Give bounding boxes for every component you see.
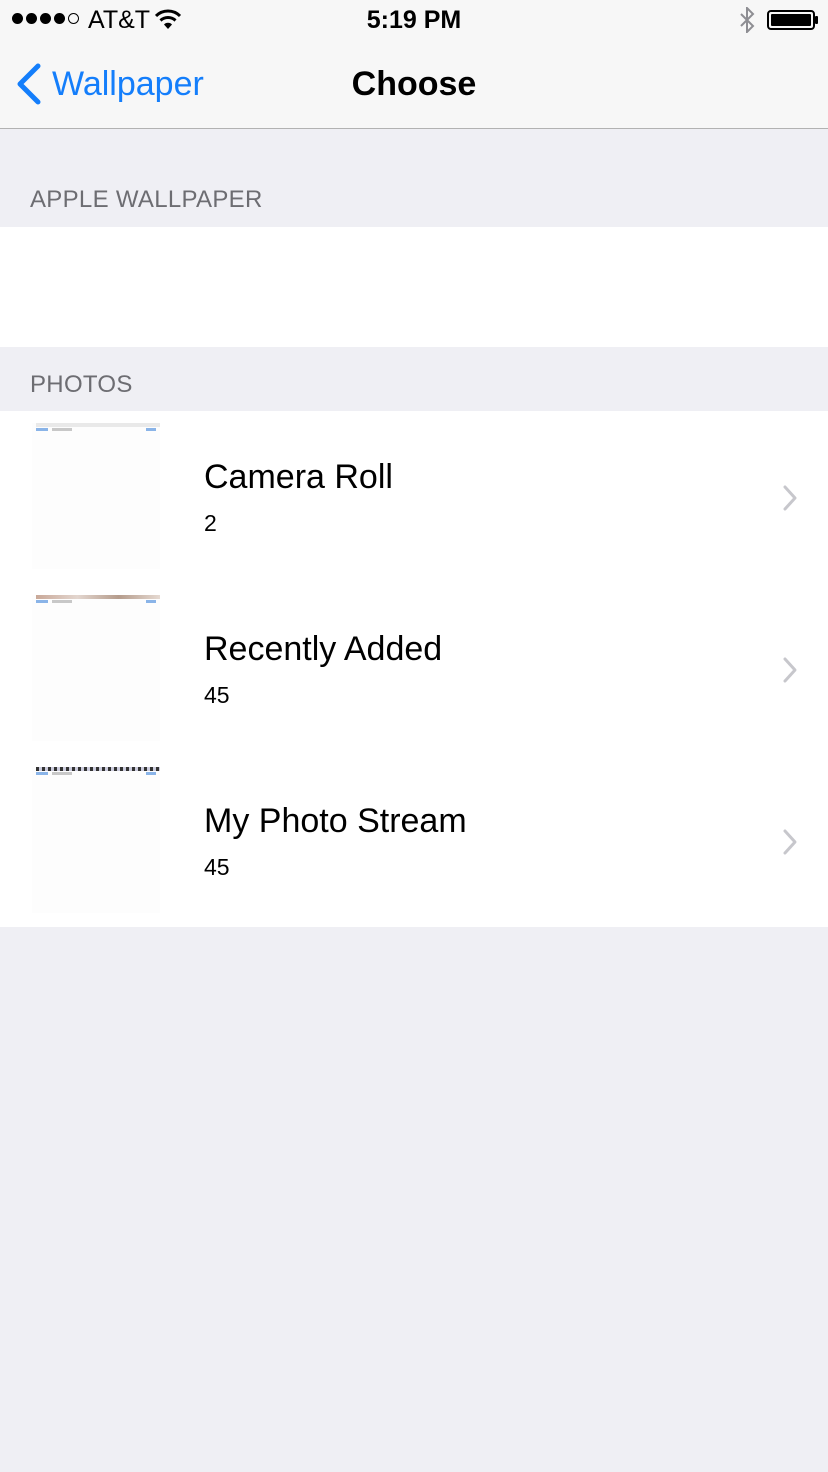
battery-icon (767, 10, 818, 30)
album-name: My Photo Stream (204, 802, 467, 840)
chevron-right-icon (783, 829, 797, 855)
page-title: Choose (351, 65, 477, 103)
status-time: 5:19 PM (366, 6, 462, 34)
album-thumbnail (32, 767, 160, 913)
album-row-my-photo-stream[interactable]: My Photo Stream 45 (0, 755, 828, 927)
album-row-camera-roll[interactable]: Camera Roll 2 (0, 411, 828, 583)
album-row-recently-added[interactable]: Recently Added 45 (0, 583, 828, 755)
album-count: 45 (204, 682, 230, 708)
album-count: 45 (204, 854, 230, 880)
bluetooth-icon (740, 7, 755, 33)
album-count: 2 (204, 510, 217, 536)
album-thumbnail (32, 595, 160, 741)
chevron-right-icon (783, 485, 797, 511)
album-name: Camera Roll (204, 458, 393, 496)
section-header-photos: PHOTOS (30, 371, 133, 398)
chevron-right-icon (783, 657, 797, 683)
album-name: Recently Added (204, 630, 443, 668)
apple-wallpaper-list (0, 227, 828, 347)
section-header-apple-wallpaper: APPLE WALLPAPER (30, 186, 263, 213)
status-bar: AT&T 5:19 PM (0, 0, 828, 40)
photos-album-list: Camera Roll 2 Recently Added 45 My Photo… (0, 411, 828, 927)
navigation-bar: Wallpaper Choose (0, 40, 828, 129)
album-thumbnail (32, 423, 160, 569)
